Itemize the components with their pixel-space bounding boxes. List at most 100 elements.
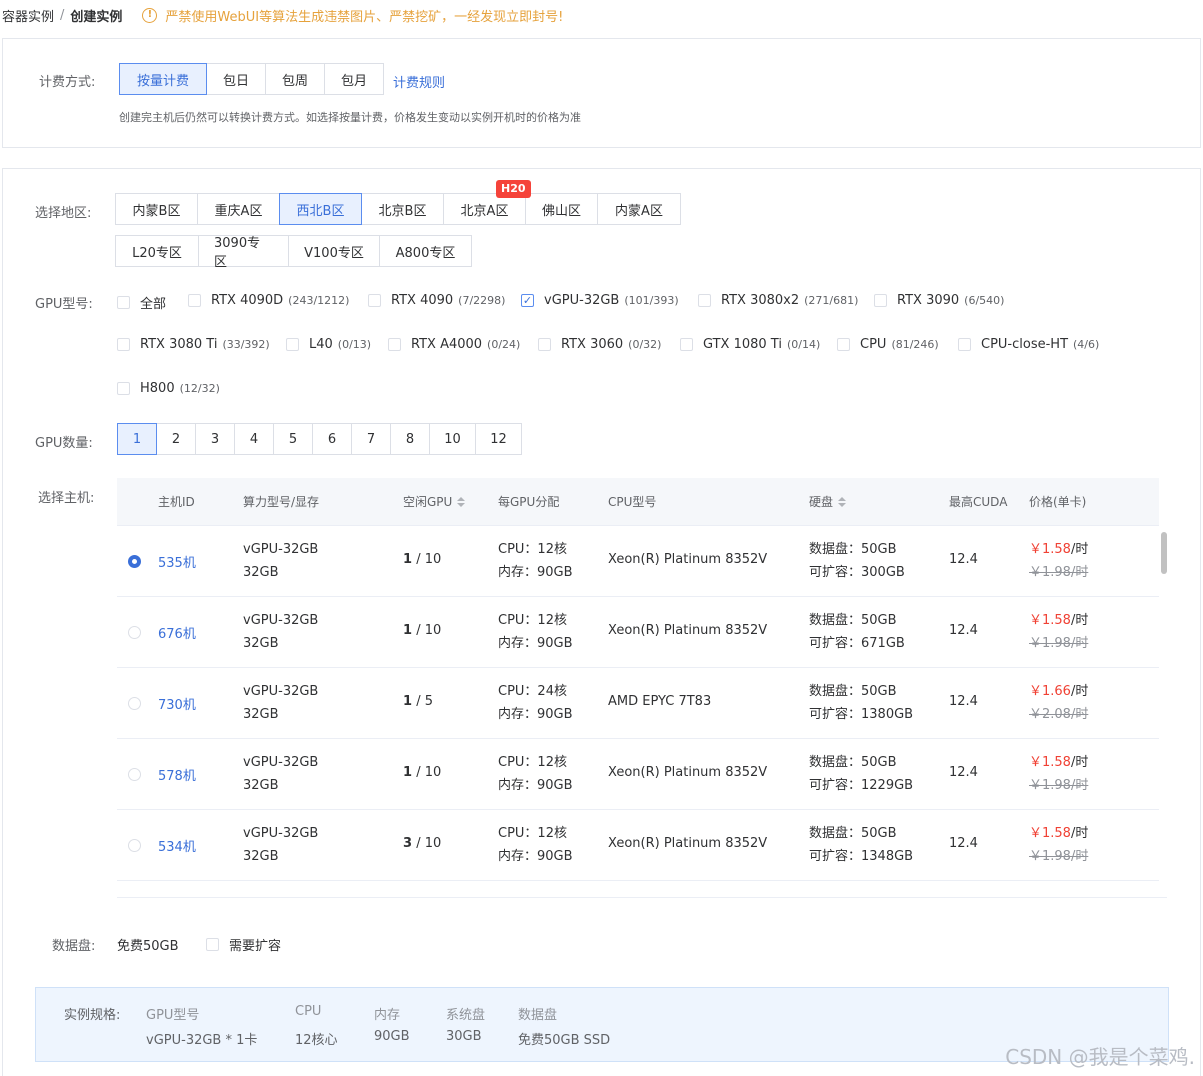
host-expandable: 可扩容：1229GB [809,778,914,793]
gpu-model-option[interactable]: CPU-close-HT (4/6) [958,337,1099,352]
data-disk-expand-checkbox[interactable]: 需要扩容 [206,935,281,954]
host-row[interactable]: 676机 vGPU-32GB 32GB 1 / 10 CPU：12核 内存：90GB Xeo… [117,597,1159,668]
host-data-disk: 数据盘：50GB [809,826,897,841]
host-per-gpu: CPU：12核 内存：90GB [498,609,573,655]
gpu-count-8[interactable]: 8 [390,423,430,455]
checkbox-box[interactable] [117,338,130,351]
billing-option-daily[interactable]: 包日 [206,63,266,95]
host-free-count: 1 [403,552,413,567]
host-price-current: ￥1.58 [1029,755,1071,770]
host-id-link[interactable]: 535机 [158,552,196,571]
gpu-model-option[interactable]: RTX 3080x2 (271/681) [698,293,858,308]
gpu-count-6[interactable]: 6 [312,423,352,455]
region-beijing-b[interactable]: 北京B区 [361,193,444,225]
gpu-count-12[interactable]: 12 [475,423,522,455]
gpu-model-name: RTX 3060 [561,337,624,352]
host-per-gpu: CPU：12核 内存：90GB [498,538,573,584]
checkbox-box[interactable] [698,294,711,307]
host-radio[interactable] [128,697,141,710]
gpu-count-1[interactable]: 1 [117,423,157,455]
gpu-count-2[interactable]: 2 [156,423,196,455]
checkbox-box[interactable] [837,338,850,351]
region-3090-zone[interactable]: 3090专区 [198,235,289,270]
billing-option-weekly[interactable]: 包周 [265,63,325,95]
gpu-model-option[interactable]: RTX 4090 (7/2298) [368,293,505,308]
gpu-count-5[interactable]: 5 [273,423,313,455]
gpu-model-label: GPU型号: [35,297,93,312]
checkbox-box[interactable] [874,294,887,307]
gpu-model-count: (243/1212) [288,294,350,307]
region-neimeng-a[interactable]: 内蒙A区 [597,193,681,225]
host-table-header: 主机ID 算力型号/显存 空闲GPU 每GPU分配 CPU型号 硬盘 最高CUD… [117,478,1159,526]
region-chongqing-a[interactable]: 重庆A区 [197,193,280,225]
host-cuda: 12.4 [949,623,978,638]
host-memory: 内存：90GB [498,565,573,580]
gpu-model-count: (271/681) [804,294,859,307]
gpu-model-option[interactable]: RTX 4090D (243/1212) [188,293,349,308]
checkbox-box[interactable] [188,294,201,307]
gpu-model-option[interactable]: CPU (81/246) [837,337,939,352]
checkbox-box[interactable] [388,338,401,351]
checkbox-box[interactable] [368,294,381,307]
region-neimeng-b[interactable]: 内蒙B区 [115,193,198,225]
gpu-count-10[interactable]: 10 [429,423,476,455]
checkbox-box[interactable] [206,938,219,951]
gpu-count-4[interactable]: 4 [234,423,274,455]
sort-icon[interactable] [457,496,466,507]
gpu-model-option[interactable]: H800 (12/32) [117,381,220,396]
sort-icon[interactable] [838,496,847,507]
gpu-model-option[interactable]: GTX 1080 Ti (0/14) [680,337,820,352]
gpu-model-option[interactable]: L40 (0/13) [286,337,371,352]
region-a800-zone[interactable]: A800专区 [379,235,472,267]
host-free-count: 3 [403,836,413,851]
checkmark-icon[interactable]: ✓ [521,294,534,307]
spec-key-cpu: CPU [295,1004,322,1019]
checkbox-box[interactable] [117,382,130,395]
checkbox-box[interactable] [958,338,971,351]
host-row[interactable]: 534机 vGPU-32GB 32GB 3 / 10 CPU：12核 内存：90GB Xeo… [117,810,1159,881]
gpu-count-3[interactable]: 3 [195,423,235,455]
host-row[interactable]: 535机 vGPU-32GB 32GB 1 / 10 CPU：12核 内存：90GB Xeo… [117,526,1159,597]
host-radio[interactable] [128,555,141,568]
col-disk[interactable]: 硬盘 [809,493,847,510]
gpu-model-option[interactable]: RTX 3080 Ti (33/392) [117,337,270,352]
host-row[interactable]: 578机 vGPU-32GB 32GB 1 / 10 CPU：12核 内存：90GB Xeo… [117,739,1159,810]
billing-options: 按量计费 包日 包周 包月 [119,63,384,95]
host-cuda: 12.4 [949,765,978,780]
host-radio[interactable] [128,626,141,639]
gpu-model-name: 全部 [140,297,167,312]
host-id-link[interactable]: 534机 [158,836,196,855]
host-free-count: 1 [403,694,413,709]
host-price: ￥1.66/时 ￥2.08/时 [1029,680,1088,726]
billing-option-pay-as-you-go[interactable]: 按量计费 [119,63,207,95]
gpu-model-option[interactable]: RTX 3060 (0/32) [538,337,661,352]
region-foshan[interactable]: 佛山区 [525,193,598,225]
host-radio[interactable] [128,839,141,852]
gpu-model-count: (7/2298) [458,294,506,307]
host-id-link[interactable]: 578机 [158,765,196,784]
host-cpu-cores: CPU：12核 [498,826,567,841]
region-xibei-b[interactable]: 西北B区 [279,193,362,225]
host-row[interactable]: 730机 vGPU-32GB 32GB 1 / 5 CPU：24核 内存：90GB AMD … [117,668,1159,739]
breadcrumb-parent[interactable]: 容器实例 [2,6,54,25]
gpu-model-option[interactable]: RTX 3090 (6/540) [874,293,1004,308]
checkbox-box[interactable] [680,338,693,351]
billing-rules-link[interactable]: 计费规则 [393,72,445,91]
host-id-link[interactable]: 730机 [158,694,196,713]
host-id-link[interactable]: 676机 [158,623,196,642]
region-l20-zone[interactable]: L20专区 [115,235,199,267]
gpu-model-option[interactable]: ✓ vGPU-32GB (101/393) [521,293,679,308]
spec-value-memory: 90GB [374,1029,410,1044]
gpu-model-option[interactable]: RTX A4000 (0/24) [388,337,520,352]
gpu-count-7[interactable]: 7 [351,423,391,455]
col-free-gpu[interactable]: 空闲GPU [403,493,466,510]
checkbox-box[interactable] [286,338,299,351]
region-v100-zone[interactable]: V100专区 [288,235,380,267]
gpu-model-name: RTX 4090 [391,293,454,308]
table-scrollbar[interactable] [1161,532,1167,574]
gpu-model-option[interactable]: 全部 [117,293,166,312]
checkbox-box[interactable] [117,296,130,309]
billing-option-monthly[interactable]: 包月 [324,63,384,95]
host-radio[interactable] [128,768,141,781]
checkbox-box[interactable] [538,338,551,351]
